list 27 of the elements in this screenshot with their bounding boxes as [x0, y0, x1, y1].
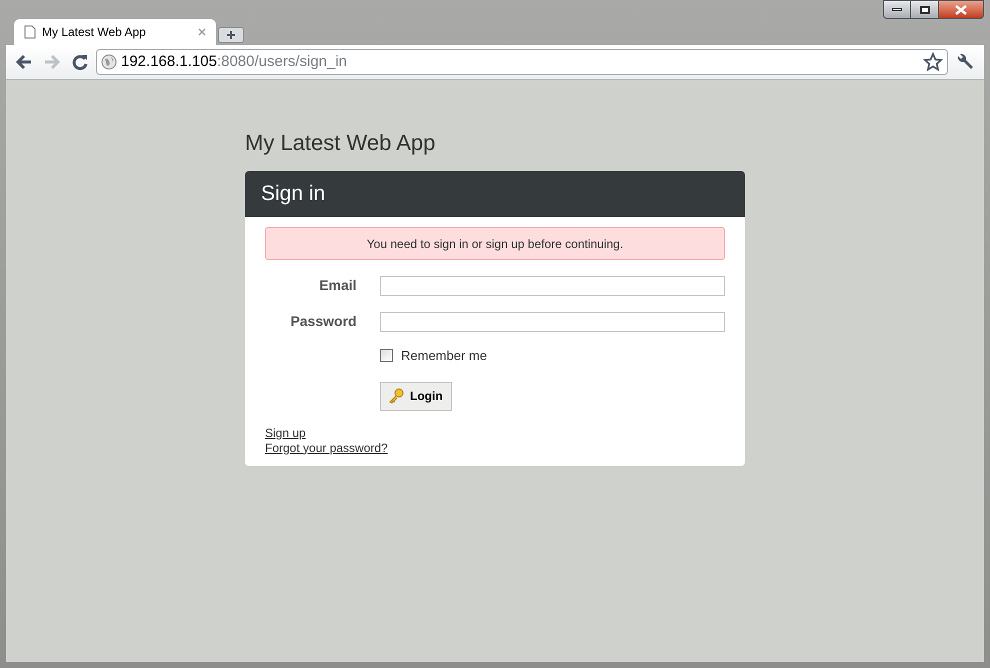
key-icon — [388, 388, 404, 404]
star-icon[interactable] — [923, 52, 943, 72]
plus-icon — [226, 30, 236, 40]
address-bar[interactable]: 192.168.1.105:8080/users/sign_in — [96, 49, 948, 75]
maximize-button[interactable] — [911, 0, 938, 19]
close-tab-icon[interactable] — [198, 28, 206, 36]
input-field[interactable] — [380, 276, 725, 296]
minimize-button[interactable] — [883, 0, 911, 19]
new-tab-button[interactable] — [218, 27, 244, 43]
close-icon — [955, 4, 967, 14]
app-title: My Latest Web App — [245, 129, 436, 157]
url-text: 192.168.1.105:8080/users/sign_in — [121, 52, 348, 72]
page-icon — [24, 25, 36, 39]
globe-icon — [101, 54, 117, 70]
panel-title: Sign in — [261, 181, 326, 208]
login-button[interactable]: Login — [380, 382, 452, 410]
alert-message: You need to sign in or sign up before continuing. — [265, 227, 725, 260]
input-field[interactable] — [380, 312, 725, 332]
close-button[interactable] — [938, 0, 984, 19]
checkbox-label: Remember me — [401, 347, 487, 365]
field-label: Password — [289, 312, 357, 331]
text-link[interactable]: Sign up — [265, 426, 306, 440]
remember-checkbox[interactable] — [380, 349, 393, 362]
tab-title: My Latest Web App — [42, 24, 147, 41]
browser-tab[interactable]: My Latest Web App — [14, 19, 216, 45]
text-link[interactable]: Forgot your password? — [265, 440, 388, 456]
field-label: Email — [318, 276, 357, 295]
